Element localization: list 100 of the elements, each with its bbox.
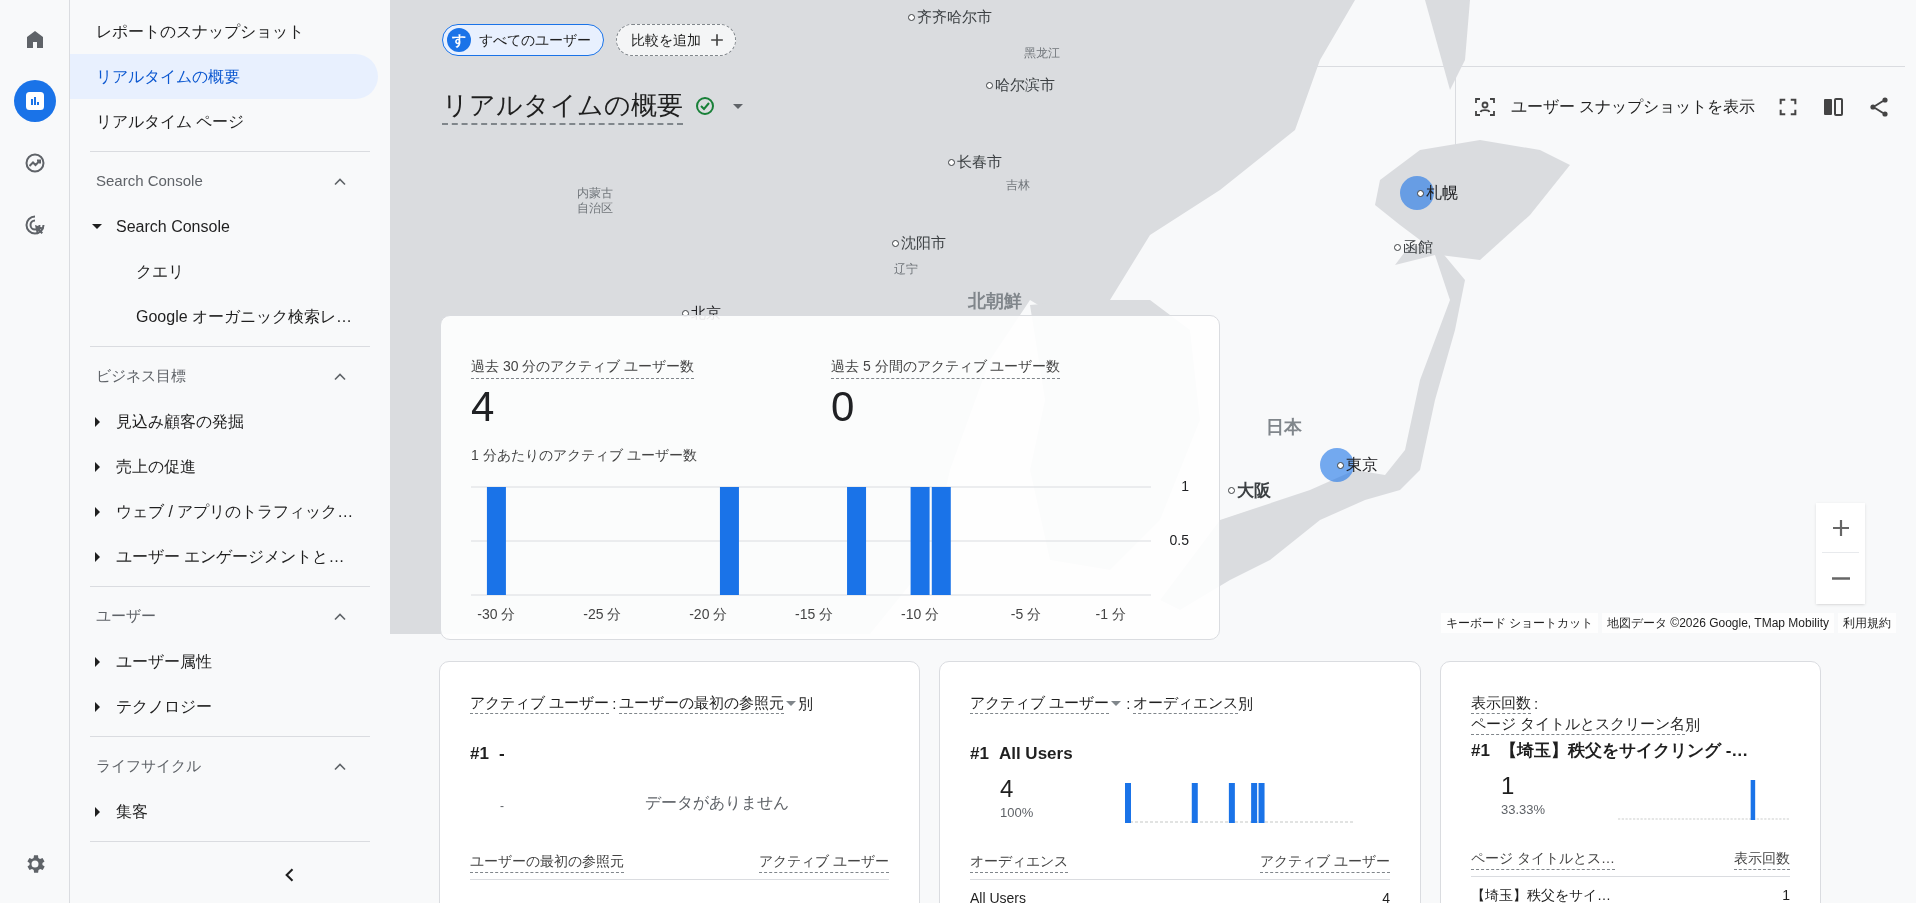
metric-label[interactable]: 過去 30 分のアクティブ ユーザー数 [471, 356, 695, 379]
column-header[interactable]: ユーザーの最初の参照元 [470, 850, 624, 873]
section-header[interactable]: ライフサイクル [70, 744, 378, 789]
column-header[interactable]: 表示回数 [1734, 847, 1790, 870]
dimension-label[interactable]: オーディエンス [1133, 693, 1239, 714]
metric-label[interactable]: 過去 5 分間のアクティブ ユーザー数 [831, 356, 1061, 379]
split-view-icon[interactable] [1821, 95, 1845, 119]
suffix-text: 別 [1685, 714, 1701, 735]
fullscreen-icon[interactable] [1777, 96, 1799, 118]
metric-label[interactable]: アクティブ ユーザー [470, 693, 610, 714]
axis-label: 1 [1181, 477, 1189, 494]
nav-item[interactable]: レポートのスナップショット [70, 9, 378, 54]
segment-chip[interactable]: す すべてのユーザー [442, 24, 604, 56]
rank-label: #1 [970, 743, 989, 765]
axis-label: -15 分 [795, 606, 834, 622]
map-label: 黑龙江 [1024, 46, 1061, 61]
map-label: 沈阳市 [892, 232, 946, 255]
table-cell-text: 4 [1382, 888, 1390, 903]
dropdown-caret-icon[interactable] [1111, 701, 1122, 706]
map-label: 长春市 [948, 151, 1002, 174]
axis-label: 0.5 [1169, 531, 1189, 548]
nav-item[interactable]: Search Console [70, 204, 378, 249]
top-item-value: - [500, 797, 504, 815]
nav-item[interactable]: リアルタイムの概要 [70, 54, 378, 99]
column-header[interactable]: アクティブ ユーザー [1260, 850, 1390, 873]
rank-label: #1 [470, 743, 489, 765]
map-label: 齐齐哈尔市 [908, 6, 992, 29]
axis-label: -5 分 [1010, 606, 1042, 622]
map-label: 辽宁 [894, 262, 919, 277]
caret-right-icon [94, 461, 100, 472]
axis-label: -1 分 [1095, 606, 1126, 622]
separator-text: : [612, 693, 617, 714]
map-label: 内蒙古自治区 [576, 186, 615, 216]
top-item-name: - [498, 743, 505, 765]
table-cell-text: 【埼玉】秩父をサイ… [1471, 885, 1611, 903]
share-icon[interactable] [1867, 95, 1891, 119]
nav-item[interactable]: リアルタイム ページ [70, 99, 378, 144]
page-title: リアルタイムの概要 [442, 87, 683, 125]
map-label: 函館 [1394, 236, 1433, 259]
nav-item[interactable]: テクノロジー [70, 684, 378, 729]
map-label: 吉林 [1006, 178, 1031, 193]
dropdown-caret-icon[interactable] [733, 103, 743, 109]
caret-right-icon [94, 656, 100, 667]
table-cell-text: 1 [1782, 885, 1790, 903]
column-header[interactable]: アクティブ ユーザー [759, 850, 889, 873]
nav-item[interactable]: ウェブ / アプリのトラフィック… [70, 489, 378, 534]
section-header[interactable]: ビジネス目標 [70, 354, 378, 399]
map-attribution: 地図データ ©2026 Google, TMap Mobility [1601, 613, 1834, 633]
map-label: 哈尔滨市 [986, 74, 1055, 97]
separator-text: : [1534, 693, 1539, 714]
share-percent: 100% [1000, 803, 1034, 822]
caret-down-icon [92, 224, 102, 229]
nav-item[interactable]: 売上の促進 [70, 444, 378, 489]
top-item-name: All Users [998, 743, 1073, 765]
caret-right-icon [94, 701, 100, 712]
map-label: 北朝鮮 [968, 290, 1022, 313]
nav-item[interactable]: クエリ [70, 249, 184, 294]
top-item-name: 【埼玉】秩父をサイクリング -… [1499, 740, 1749, 762]
check-circle-icon [693, 94, 717, 118]
dimension-label[interactable]: ページ タイトルとスクリーン名 [1471, 714, 1686, 735]
map-link[interactable]: キーボード ショートカット [1440, 613, 1598, 633]
empty-message: データがありません [645, 792, 789, 813]
dimension-label[interactable]: ユーザーの最初の参照元 [619, 693, 799, 714]
rank-label: #1 [1471, 740, 1490, 762]
caret-right-icon [94, 551, 100, 562]
chart-title: 1 分あたりのアクティブ ユーザー数 [471, 446, 697, 465]
metric-value: 0 [831, 383, 855, 431]
top-item-value: 4 [1000, 774, 1014, 803]
person-frame-icon [1472, 95, 1497, 119]
avatar-badge: す [447, 28, 471, 52]
dropdown-caret-icon[interactable] [786, 701, 797, 706]
map-label: 札幌 [1417, 181, 1458, 205]
map-link[interactable]: 利用規約 [1838, 613, 1896, 633]
add-comparison-button[interactable]: 比較を追加 [616, 24, 736, 56]
section-header[interactable]: Search Console [70, 159, 378, 204]
caret-right-icon [94, 416, 100, 427]
nav-item[interactable]: ユーザー属性 [70, 639, 378, 684]
caret-right-icon [94, 506, 100, 517]
axis-label: -25 分 [583, 606, 622, 622]
map-label: 大阪 [1228, 478, 1271, 504]
suffix-text: 別 [798, 693, 814, 714]
table-cell-text: All Users [970, 888, 1026, 903]
nav-item[interactable]: ユーザー エンゲージメントと… [70, 534, 378, 579]
minus-icon [1831, 576, 1850, 580]
nav-item[interactable]: 見込み顧客の発掘 [70, 399, 378, 444]
metric-label[interactable]: アクティブ ユーザー [970, 693, 1124, 714]
bar-chart-icon[interactable] [13, 80, 56, 122]
nav-item[interactable]: Google オーガニック検索レ… [70, 294, 353, 339]
metric-label[interactable]: 表示回数 [1471, 693, 1531, 714]
share-percent: 33.33% [1501, 800, 1546, 819]
separator-text: : [1126, 693, 1131, 714]
column-header[interactable]: オーディエンス [970, 850, 1068, 873]
suffix-text: 別 [1238, 693, 1254, 714]
caret-right-icon [94, 806, 100, 817]
map-label: 東京 [1337, 453, 1378, 477]
user-snapshot-button[interactable]: ユーザー スナップショットを表示 [1472, 95, 1755, 119]
section-header[interactable]: ユーザー [70, 594, 378, 639]
metric-value: 4 [471, 383, 495, 431]
column-header[interactable]: ページ タイトルとス… [1471, 847, 1615, 870]
nav-item[interactable]: 集客 [70, 789, 378, 834]
